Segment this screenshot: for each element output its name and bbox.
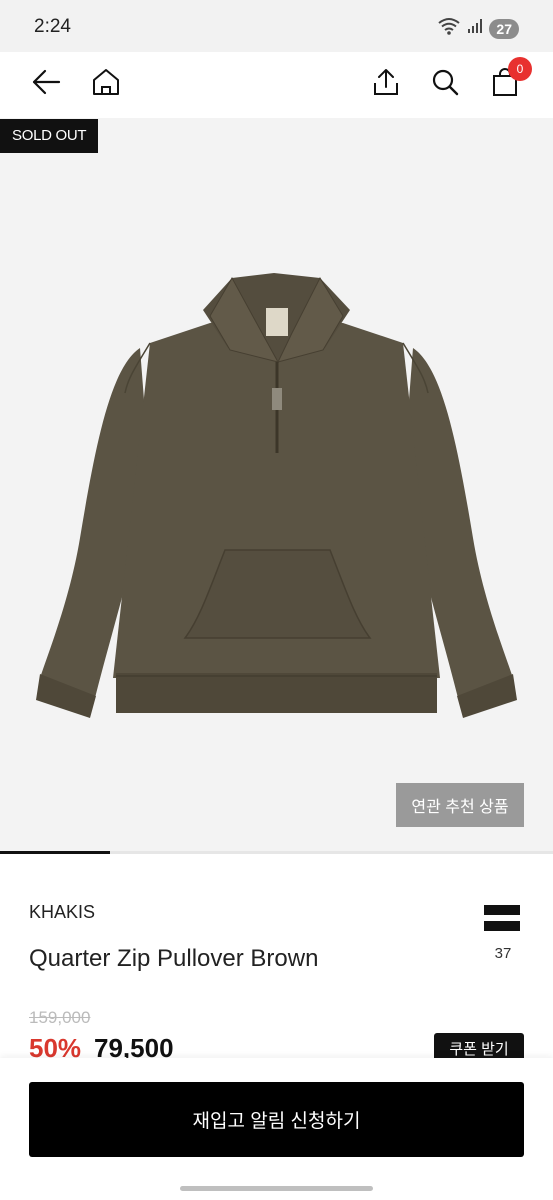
top-navigation <box>0 52 553 118</box>
signal-icon <box>467 18 483 39</box>
related-products-button[interactable]: 연관 추천 상품 <box>396 783 524 827</box>
original-price: 159,000 <box>29 1008 91 1027</box>
share-icon <box>371 67 401 102</box>
carousel-progress-track <box>0 851 553 854</box>
search-button[interactable] <box>425 64 465 104</box>
home-indicator[interactable] <box>180 1186 373 1191</box>
home-button[interactable] <box>86 64 126 104</box>
restock-alert-button[interactable]: 재입고 알림 신청하기 <box>29 1082 524 1157</box>
status-bar: 2:24 27 <box>0 0 553 52</box>
like-button[interactable] <box>484 905 522 940</box>
status-icons: 27 <box>437 16 519 41</box>
share-button[interactable] <box>366 64 406 104</box>
back-arrow-icon <box>31 69 61 100</box>
back-button[interactable] <box>26 64 66 104</box>
product-image <box>36 273 517 718</box>
wifi-icon <box>437 16 461 41</box>
sold-out-badge: SOLD OUT <box>0 119 99 153</box>
like-count: 37 <box>494 945 512 962</box>
status-time: 2:24 <box>34 16 71 37</box>
product-image-carousel[interactable] <box>0 118 553 853</box>
battery-indicator: 27 <box>489 18 519 39</box>
product-title: Quarter Zip Pullover Brown <box>29 945 319 972</box>
like-icon <box>484 905 522 939</box>
search-icon <box>430 67 460 102</box>
cart-count-badge: 0 <box>508 57 532 81</box>
carousel-progress-bar <box>0 851 110 854</box>
brand-name[interactable]: KHAKIS <box>29 902 95 923</box>
home-icon <box>91 67 121 102</box>
